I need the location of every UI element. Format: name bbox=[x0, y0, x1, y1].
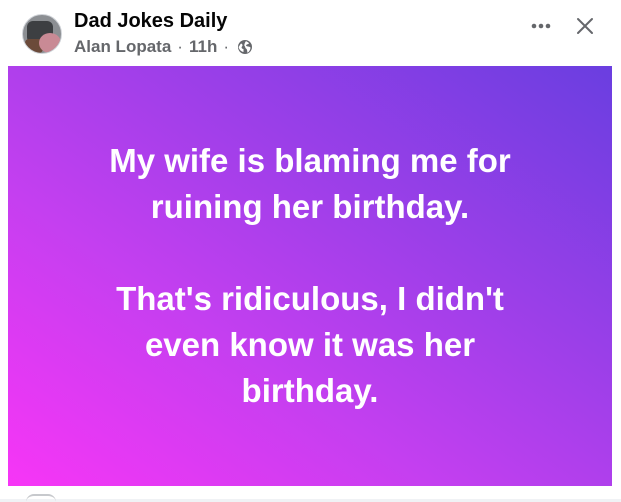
group-avatar[interactable] bbox=[22, 14, 62, 54]
post-card: Dad Jokes Daily Alan Lopata · 11h · My w… bbox=[0, 0, 621, 499]
reactions-icon[interactable] bbox=[26, 494, 56, 502]
more-horizontal-icon bbox=[531, 23, 551, 29]
card-edge bbox=[612, 66, 621, 486]
close-button[interactable] bbox=[569, 10, 601, 42]
post-header: Dad Jokes Daily Alan Lopata · 11h · bbox=[0, 0, 621, 66]
meta-separator: · bbox=[223, 37, 229, 56]
close-icon bbox=[577, 18, 593, 34]
post-text-line: My wife is blaming me for bbox=[109, 142, 511, 179]
more-options-button[interactable] bbox=[526, 12, 556, 40]
post-text-background: My wife is blaming me for ruining her bi… bbox=[8, 66, 612, 486]
post-text-line: ruining her birthday. bbox=[150, 188, 470, 225]
post-text-line: birthday. bbox=[241, 372, 379, 409]
author-name-link[interactable]: Alan Lopata bbox=[74, 37, 171, 57]
post-text-line: That's ridiculous, I didn't bbox=[116, 280, 504, 317]
meta-separator: · bbox=[177, 37, 183, 56]
post-footer bbox=[0, 486, 621, 499]
post-text-line: even know it was her bbox=[144, 326, 476, 363]
post-timestamp[interactable]: 11h bbox=[189, 37, 217, 57]
globe-icon[interactable] bbox=[237, 39, 253, 55]
post-text: My wife is blaming me for ruining her bi… bbox=[40, 138, 580, 414]
group-name-link[interactable]: Dad Jokes Daily bbox=[74, 10, 227, 33]
post-meta: Alan Lopata · 11h · bbox=[74, 37, 253, 57]
